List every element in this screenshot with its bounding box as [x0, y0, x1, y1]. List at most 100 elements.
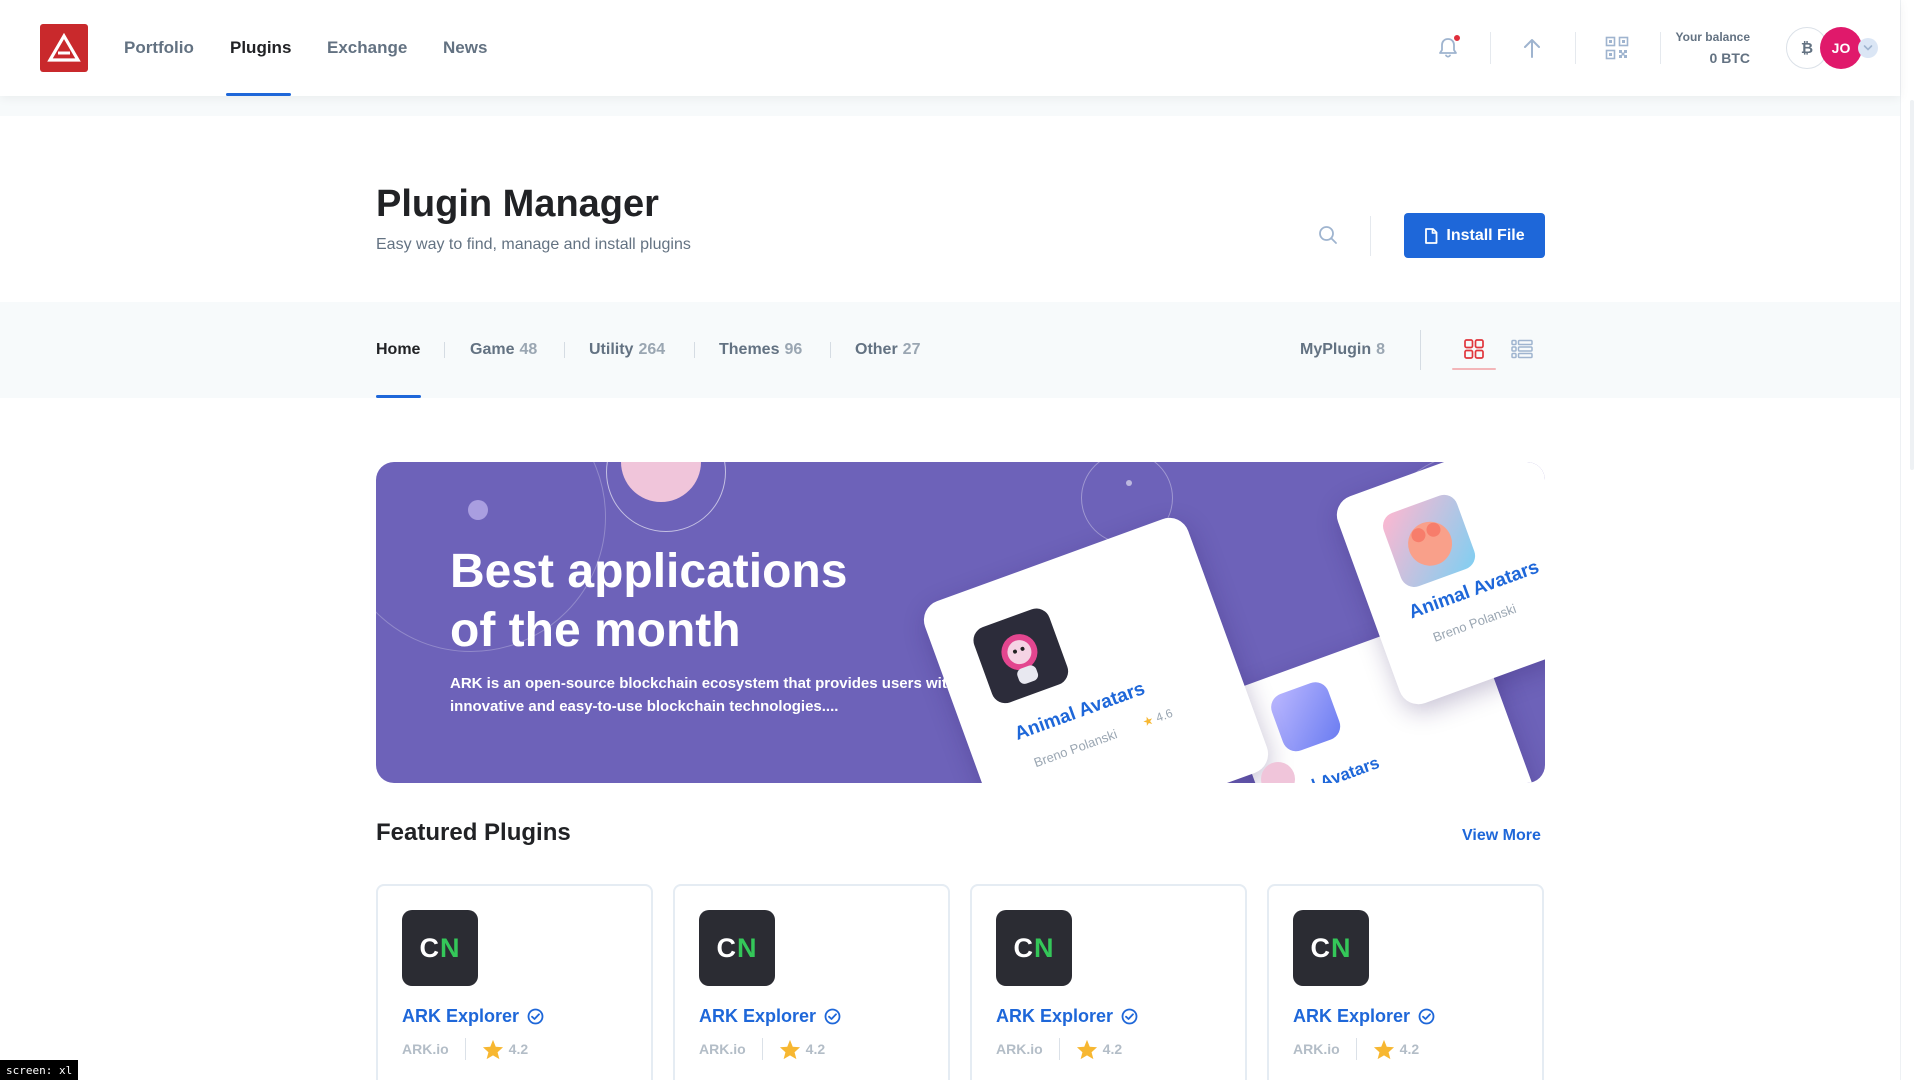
decor-dot	[468, 500, 488, 520]
plugin-meta: ARK.io 4.2	[402, 1038, 528, 1060]
send-button[interactable]	[1518, 34, 1546, 62]
plugin-logo-letter: C	[1310, 932, 1331, 963]
tab-game[interactable]: Game 48	[470, 302, 537, 398]
tab-active-underline	[376, 395, 421, 398]
tab-themes[interactable]: Themes 96	[719, 302, 802, 398]
scrollbar-thumb[interactable]	[1910, 100, 1914, 470]
view-toggle-divider	[1420, 330, 1421, 370]
star-icon	[1373, 1039, 1394, 1059]
tab-utility[interactable]: Utility 264	[589, 302, 665, 398]
plugin-rating-value: 4.2	[805, 1041, 826, 1057]
tab-separator	[830, 342, 831, 358]
tab-separator	[444, 342, 445, 358]
tab-label: Utility	[589, 341, 634, 358]
verified-icon	[1121, 1008, 1138, 1025]
featured-banner[interactable]: mal Avatars Animal Avatars Breno Polansk…	[376, 462, 1545, 783]
category-tabs-bar	[0, 302, 1900, 398]
plugin-name-label: ARK Explorer	[1293, 1006, 1411, 1026]
tab-separator	[694, 342, 695, 358]
screen-size-tag: screen: xl	[0, 1060, 79, 1080]
star-icon: ★	[1140, 712, 1156, 730]
view-active-indicator	[1452, 368, 1496, 370]
meta-separator	[761, 1038, 763, 1060]
plugin-logo: CN	[1293, 910, 1369, 986]
plugin-logo-letter: C	[716, 932, 737, 963]
grid-view-button[interactable]	[1461, 336, 1487, 362]
showcase-card-name: mal Avatars	[1286, 753, 1382, 783]
install-file-button[interactable]: Install File	[1404, 213, 1545, 258]
tab-count: 8	[1376, 341, 1386, 358]
plugin-logo: CN	[402, 910, 478, 986]
tab-other[interactable]: Other 27	[855, 302, 920, 398]
page-subtitle: Easy way to find, manage and install plu…	[376, 236, 691, 253]
header-strip	[0, 96, 1900, 116]
plugin-logo-letter: N	[1331, 932, 1352, 963]
tab-count: 96	[784, 341, 803, 358]
verified-icon	[1418, 1008, 1435, 1025]
nav-plugins[interactable]: Plugins	[230, 0, 291, 96]
meta-separator	[1355, 1038, 1357, 1060]
plugin-logo: CN	[699, 910, 775, 986]
showcase-card-rating: ★ 4.6	[1141, 706, 1175, 730]
plugin-card[interactable]: CN ARK Explorer ARK.io 4.2	[970, 884, 1247, 1080]
view-more-link[interactable]: View More	[1462, 827, 1541, 845]
plugin-name[interactable]: ARK Explorer	[699, 1006, 841, 1027]
nav-exchange[interactable]: Exchange	[327, 0, 407, 96]
notifications-button[interactable]	[1434, 34, 1462, 62]
banner-title-line: of the month	[450, 604, 741, 657]
star-icon	[779, 1039, 800, 1059]
tab-myplugin[interactable]: MyPlugin 8	[1300, 302, 1385, 398]
plugin-meta: ARK.io 4.2	[996, 1038, 1122, 1060]
plugin-author: ARK.io	[1293, 1041, 1340, 1057]
tab-label: Game	[470, 341, 515, 358]
plugin-name[interactable]: ARK Explorer	[1293, 1006, 1435, 1027]
nav-portfolio[interactable]: Portfolio	[124, 0, 194, 96]
file-icon	[1425, 227, 1438, 244]
plugin-name-label: ARK Explorer	[402, 1006, 520, 1026]
plugin-name[interactable]: ARK Explorer	[402, 1006, 544, 1027]
robot-avatar-image	[1267, 678, 1345, 756]
tab-label: Other	[855, 341, 898, 358]
plugin-name-label: ARK Explorer	[996, 1006, 1114, 1026]
tab-home[interactable]: Home	[376, 302, 420, 398]
list-view-button[interactable]	[1509, 336, 1535, 362]
balance-label: Your balance	[1675, 30, 1750, 44]
plugin-rating: 4.2	[1373, 1039, 1419, 1060]
plugin-card[interactable]: CN ARK Explorer ARK.io 4.2	[376, 884, 653, 1080]
plugin-card[interactable]: CN ARK Explorer ARK.io 4.2	[1267, 884, 1544, 1080]
qr-code-icon	[1605, 36, 1629, 60]
meta-separator	[464, 1038, 466, 1060]
star-icon	[482, 1039, 503, 1059]
featured-plugins-title: Featured Plugins	[376, 819, 571, 846]
tab-separator	[564, 342, 565, 358]
showcase-rating-value: 4.6	[1154, 705, 1175, 725]
plugin-logo-letter: N	[440, 932, 461, 963]
ark-logo-icon	[47, 33, 81, 62]
chevron-down-icon	[1863, 45, 1873, 51]
plugin-logo-letter: N	[737, 932, 758, 963]
banner-title-line: Best applications	[450, 545, 848, 598]
user-avatar[interactable]: JO	[1820, 27, 1862, 69]
user-menu-toggle[interactable]	[1858, 38, 1878, 58]
nav-news[interactable]: News	[443, 0, 487, 96]
ark-logo[interactable]	[40, 24, 88, 72]
star-icon	[1076, 1039, 1097, 1059]
plugin-rating-value: 4.2	[1399, 1041, 1420, 1057]
plugin-meta: ARK.io 4.2	[1293, 1038, 1419, 1060]
plugin-meta: ARK.io 4.2	[699, 1038, 825, 1060]
header-divider	[1370, 216, 1371, 256]
plugin-name[interactable]: ARK Explorer	[996, 1006, 1138, 1027]
decor-dot	[1126, 480, 1132, 486]
meta-separator	[1058, 1038, 1060, 1060]
plugin-rating-value: 4.2	[1102, 1041, 1123, 1057]
nav-active-underline	[226, 93, 291, 96]
search-button[interactable]	[1316, 223, 1340, 247]
tab-count: 48	[519, 341, 538, 358]
plugin-rating: 4.2	[1076, 1039, 1122, 1060]
plugin-card[interactable]: CN ARK Explorer ARK.io 4.2	[673, 884, 950, 1080]
page-scrollbar[interactable]	[1900, 0, 1920, 1080]
nav-divider	[1490, 32, 1491, 64]
qr-code-button[interactable]	[1603, 34, 1631, 62]
plugin-author: ARK.io	[996, 1041, 1043, 1057]
pig-icon	[1408, 521, 1453, 566]
